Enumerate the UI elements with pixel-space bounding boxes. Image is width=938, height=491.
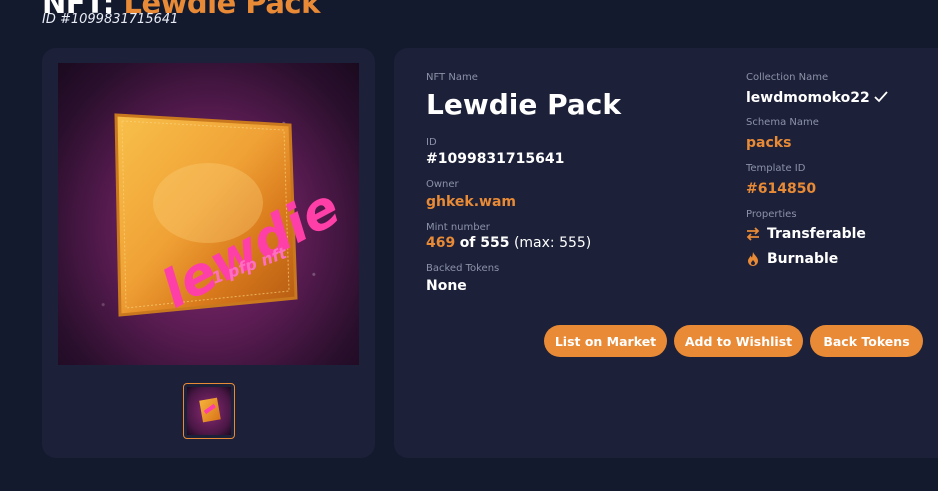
- asset-id-subtitle: ID #1099831715641: [42, 12, 179, 27]
- mint-number-value: 469: [426, 235, 456, 251]
- back-tokens-button[interactable]: Back Tokens: [810, 325, 923, 357]
- property-transferable-label: Transferable: [767, 226, 866, 242]
- list-on-market-button[interactable]: List on Market: [544, 325, 667, 357]
- collection-name[interactable]: lewdmomoko22: [746, 90, 888, 106]
- property-transferable: Transferable: [745, 226, 866, 242]
- collection-name-label: Collection Name: [746, 72, 829, 83]
- verified-check-icon: [874, 91, 888, 103]
- image-thumbnail[interactable]: [183, 383, 235, 439]
- template-id-link[interactable]: #614850: [746, 181, 816, 197]
- id-label: ID: [426, 137, 437, 148]
- collection-name-value: lewdmomoko22: [746, 90, 870, 106]
- mint-supply: of 555: [459, 235, 510, 251]
- owner-link[interactable]: ghkek.wam: [426, 194, 516, 210]
- properties-label: Properties: [746, 209, 797, 220]
- property-burnable: Burnable: [745, 251, 838, 267]
- id-value: #1099831715641: [426, 151, 565, 167]
- owner-label: Owner: [426, 179, 459, 190]
- template-id-label: Template ID: [746, 163, 806, 174]
- flame-icon: [745, 251, 761, 267]
- pack-artwork: lewdie 1 pfp nft: [114, 113, 350, 320]
- nft-name-label: NFT Name: [426, 72, 478, 83]
- schema-name-link[interactable]: packs: [746, 135, 791, 151]
- thumbnail-pack: [199, 397, 221, 423]
- details-card: NFT Name Lewdie Pack ID #1099831715641 O…: [394, 48, 938, 458]
- property-burnable-label: Burnable: [767, 251, 839, 267]
- thumbnail-preview: [187, 387, 231, 435]
- media-card: lewdie 1 pfp nft: [42, 48, 375, 458]
- transfer-arrows-icon: [745, 226, 761, 242]
- nft-detail-page: NFT: Lewdie Pack ID #1099831715641 lewdi…: [0, 0, 938, 491]
- schema-name-label: Schema Name: [746, 117, 819, 128]
- nft-main-image[interactable]: lewdie 1 pfp nft: [58, 63, 359, 365]
- backed-tokens-value: None: [426, 278, 467, 294]
- backed-tokens-label: Backed Tokens: [426, 263, 500, 274]
- mint-number: 469 of 555 (max: 555): [426, 235, 591, 251]
- nft-name-value: Lewdie Pack: [426, 88, 621, 121]
- mint-max: (max: 555): [513, 235, 592, 251]
- mint-number-label: Mint number: [426, 222, 490, 233]
- add-to-wishlist-button[interactable]: Add to Wishlist: [674, 325, 803, 357]
